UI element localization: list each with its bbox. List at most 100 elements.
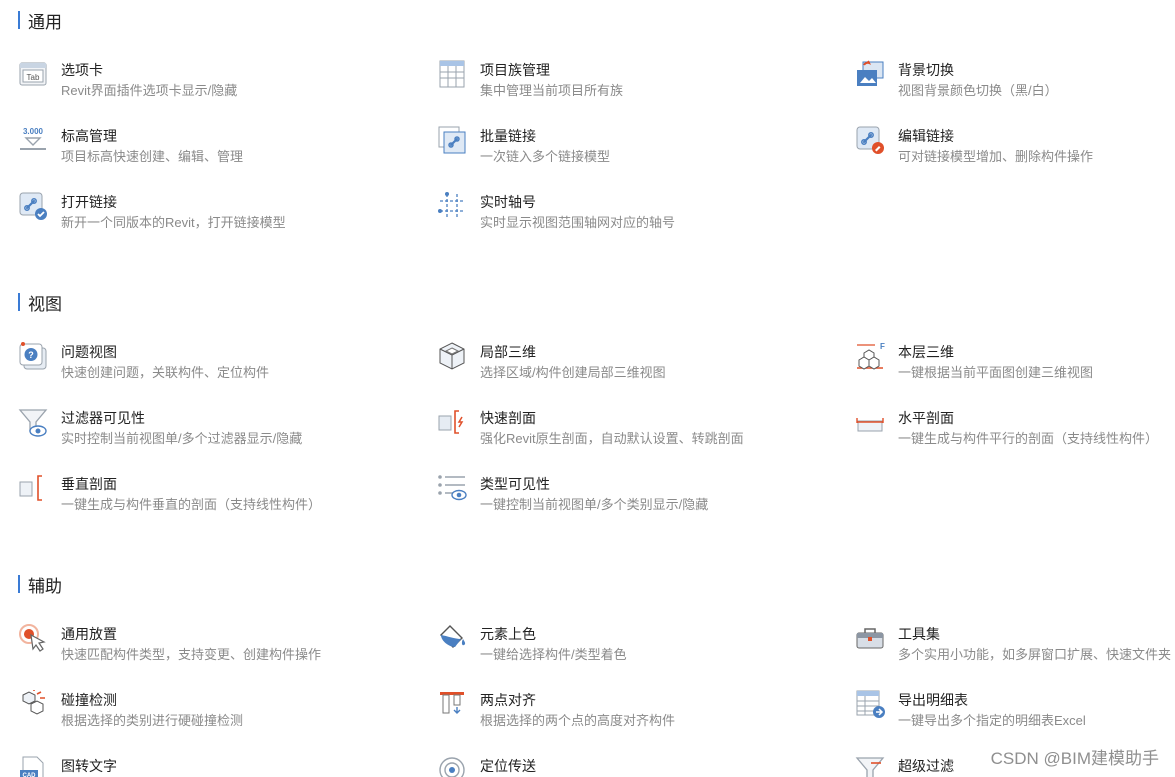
feature-item[interactable]: 背景切换 视图背景颜色切换（黑/白） xyxy=(855,59,1175,103)
floor-3d-icon-label: F xyxy=(880,342,885,351)
section-title: 通用 xyxy=(18,9,62,32)
feature-description: 根据选择的两个点的高度对齐构件 xyxy=(480,713,676,728)
feature-name: 图转文字 xyxy=(61,758,117,774)
feature-description: 新开一个同版本的Revit，打开链接模型 xyxy=(61,215,286,230)
toolbox-icon xyxy=(855,623,885,653)
feature-description: 一次链入多个链接模型 xyxy=(480,149,611,164)
section-title-text: 辅助 xyxy=(28,576,62,596)
section-title-text: 通用 xyxy=(28,12,62,32)
feature-description: 一键生成与构件垂直的剖面（支持线性构件） xyxy=(61,497,322,512)
feature-description: 一键导出多个指定的明细表Excel xyxy=(898,713,1086,728)
tab-icon: Tab xyxy=(18,59,48,89)
open-link-icon xyxy=(18,191,48,221)
vertical-section-icon xyxy=(18,473,48,503)
feature-name: 快速剖面 xyxy=(480,410,536,426)
feature-description: 可对链接模型增加、删除构件操作 xyxy=(898,149,1094,164)
feature-item[interactable]: Tab 选项卡 Revit界面插件选项卡显示/隐藏 xyxy=(18,59,398,103)
filter-visibility-icon xyxy=(18,407,48,437)
feature-item[interactable]: 局部三维选择区域/构件创建局部三维视图 xyxy=(437,341,817,385)
batch-link-icon xyxy=(437,125,467,155)
feature-name: 定位传送 xyxy=(480,758,536,774)
feature-description: 快速匹配构件类型，支持变更、创建构件操作 xyxy=(61,647,322,662)
feature-item[interactable]: 两点对齐根据选择的两个点的高度对齐构件 xyxy=(437,689,817,733)
svg-text:?: ? xyxy=(28,350,34,360)
feature-item[interactable]: 过滤器可见性实时控制当前视图单/多个过滤器显示/隐藏 xyxy=(18,407,398,451)
feature-name: 编辑链接 xyxy=(898,128,954,144)
feature-description: Revit界面插件选项卡显示/隐藏 xyxy=(61,83,238,98)
feature-name: 工具集 xyxy=(898,626,940,642)
feature-description: 根据选择的类别进行硬碰撞检测 xyxy=(61,713,244,728)
issue-view-icon: ? xyxy=(18,341,48,371)
feature-item[interactable]: 3.000 标高管理项目标高快速创建、编辑、管理 xyxy=(18,125,398,169)
feature-description: 一键控制当前视图单/多个类别显示/隐藏 xyxy=(480,497,709,512)
export-schedule-icon xyxy=(855,689,885,719)
feature-description: 选择区域/构件创建局部三维视图 xyxy=(480,365,666,380)
feature-name: 实时轴号 xyxy=(480,194,536,210)
feature-name: 碰撞检测 xyxy=(61,692,117,708)
feature-description: 多个实用小功能，如多屏窗口扩展、快速文件夹 xyxy=(898,647,1172,662)
feature-name: 标高管理 xyxy=(61,128,117,144)
locate-target-icon xyxy=(437,755,467,777)
feature-name: 两点对齐 xyxy=(480,692,536,708)
level-icon: 3.000 xyxy=(18,125,48,155)
super-filter-icon xyxy=(855,755,885,777)
feature-item[interactable]: 项目族管理集中管理当前项目所有族 xyxy=(437,59,817,103)
feature-name: 问题视图 xyxy=(61,344,117,360)
edit-link-icon xyxy=(855,125,885,155)
feature-item[interactable]: ? 问题视图快速创建问题，关联构件、定位构件 xyxy=(18,341,398,385)
feature-name: 导出明细表 xyxy=(898,692,968,708)
feature-name: 项目族管理 xyxy=(480,62,550,78)
section-title-bar xyxy=(18,575,20,593)
feature-name: 超级过滤 xyxy=(898,758,954,774)
feature-description: 实时显示视图范围轴网对应的轴号 xyxy=(480,215,676,230)
feature-item[interactable]: CAD 图转文字 xyxy=(18,755,398,777)
feature-item[interactable]: 批量链接 一次链入多个链接模型 xyxy=(437,125,817,169)
feature-item[interactable]: 碰撞检测根据选择的类别进行硬碰撞检测 xyxy=(18,689,398,733)
feature-name: 通用放置 xyxy=(61,626,117,642)
feature-item[interactable]: 快速剖面强化Revit原生剖面，自动默认设置、转跳剖面 xyxy=(437,407,817,451)
section-title-bar xyxy=(18,293,20,311)
feature-description: 一键生成与构件平行的剖面（支持线性构件） xyxy=(898,431,1159,446)
tab-icon-label: Tab xyxy=(27,73,40,82)
feature-name: 垂直剖面 xyxy=(61,476,117,492)
feature-item[interactable]: 工具集多个实用小功能，如多屏窗口扩展、快速文件夹 xyxy=(855,623,1175,667)
feature-item[interactable]: 定位传送 xyxy=(437,755,817,777)
feature-name: 选项卡 xyxy=(61,62,103,78)
type-visibility-icon xyxy=(437,473,467,503)
feature-item[interactable]: 类型可见性一键控制当前视图单/多个类别显示/隐藏 xyxy=(437,473,817,517)
image-to-text-icon-label: CAD xyxy=(23,773,37,777)
align-points-icon xyxy=(437,689,467,719)
feature-description: 项目标高快速创建、编辑、管理 xyxy=(61,149,244,164)
feature-description: 强化Revit原生剖面，自动默认设置、转跳剖面 xyxy=(480,431,744,446)
feature-name: 本层三维 xyxy=(898,344,954,360)
grid-axis-icon xyxy=(437,191,467,221)
feature-item[interactable]: 实时轴号实时显示视图范围轴网对应的轴号 xyxy=(437,191,817,235)
feature-description: 一键根据当前平面图创建三维视图 xyxy=(898,365,1094,380)
pointer-place-icon xyxy=(18,623,48,653)
quick-section-icon xyxy=(437,407,467,437)
feature-name: 元素上色 xyxy=(480,626,536,642)
feature-description: 集中管理当前项目所有族 xyxy=(480,83,624,98)
feature-name: 类型可见性 xyxy=(480,476,550,492)
section-box-icon xyxy=(437,341,467,371)
feature-item[interactable]: F 本层三维一键根据当前平面图创建三维视图 xyxy=(855,341,1175,385)
feature-description: 快速创建问题，关联构件、定位构件 xyxy=(61,365,270,380)
feature-name: 背景切换 xyxy=(898,62,954,78)
feature-item[interactable]: 通用放置快速匹配构件类型，支持变更、创建构件操作 xyxy=(18,623,398,667)
level-icon-label: 3.000 xyxy=(23,127,44,136)
image-to-text-icon: CAD xyxy=(18,755,48,777)
feature-description: 实时控制当前视图单/多个过滤器显示/隐藏 xyxy=(61,431,303,446)
section-title: 辅助 xyxy=(18,573,62,596)
feature-item[interactable]: 垂直剖面一键生成与构件垂直的剖面（支持线性构件） xyxy=(18,473,398,517)
family-grid-icon xyxy=(437,59,467,89)
background-switch-icon xyxy=(855,59,885,89)
feature-name: 局部三维 xyxy=(480,344,536,360)
feature-name: 水平剖面 xyxy=(898,410,954,426)
feature-item[interactable]: 水平剖面一键生成与构件平行的剖面（支持线性构件） xyxy=(855,407,1175,451)
feature-item[interactable]: 导出明细表一键导出多个指定的明细表Excel xyxy=(855,689,1175,733)
section-title: 视图 xyxy=(18,291,62,314)
feature-item[interactable]: 打开链接 新开一个同版本的Revit，打开链接模型 xyxy=(18,191,398,235)
feature-item[interactable]: 编辑链接可对链接模型增加、删除构件操作 xyxy=(855,125,1175,169)
feature-name: 过滤器可见性 xyxy=(61,410,145,426)
feature-item[interactable]: 元素上色 一键给选择构件/类型着色 xyxy=(437,623,817,667)
